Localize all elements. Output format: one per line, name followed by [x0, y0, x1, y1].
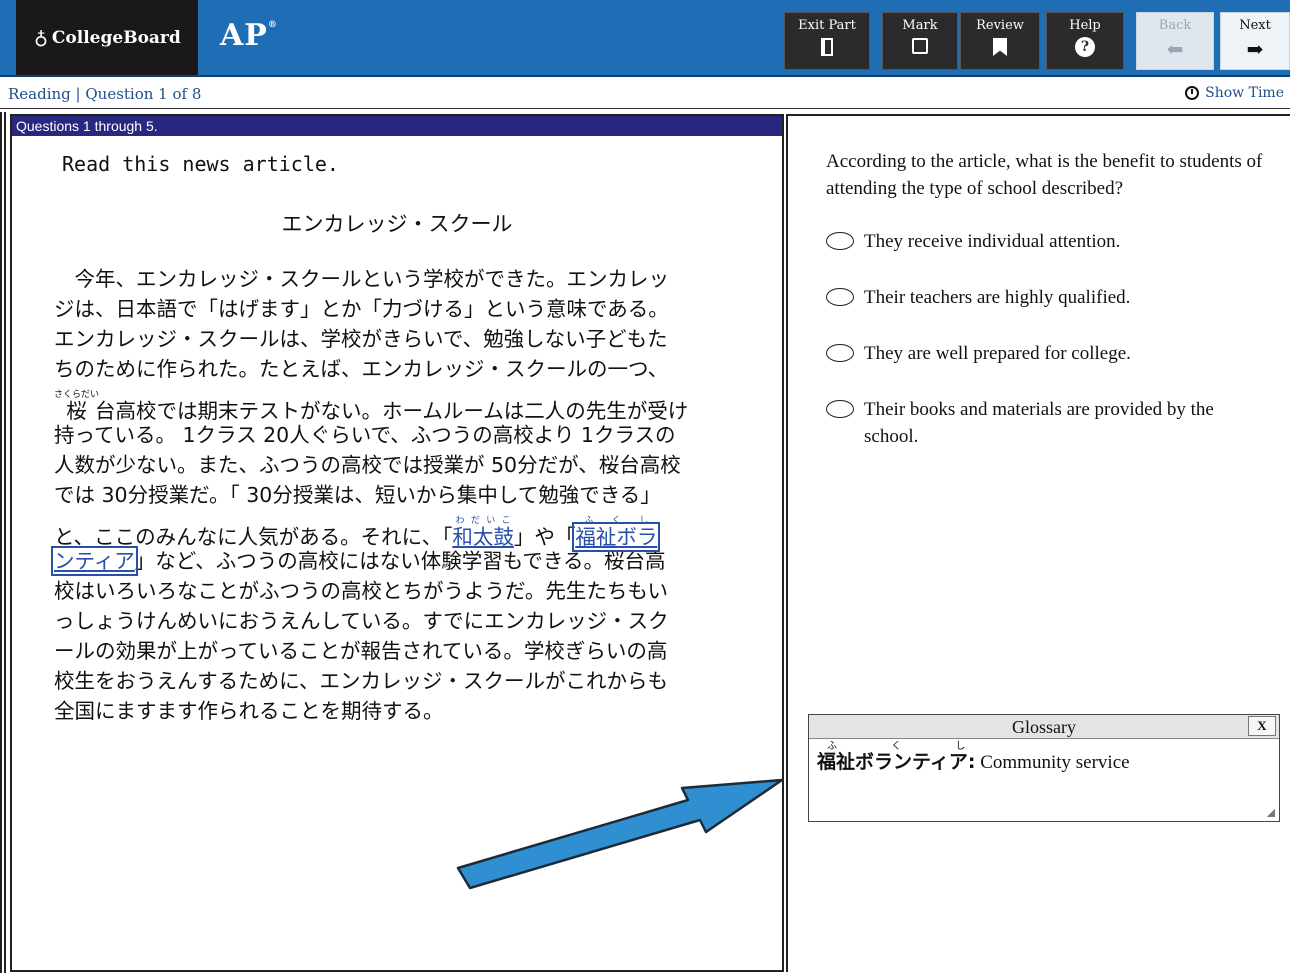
article-line: 桜さくらだい台高校では期末テストがない。ホームルームは二人の先生が受け	[54, 390, 764, 423]
article-line: 人数が少ない。また、ふつうの高校では授業が 50分だが、桜台高校	[54, 453, 681, 477]
article-line: 持っている。 1クラス 20人ぐらいで、ふつうの高校より 1クラスの	[54, 423, 676, 447]
glossary-term: 福祉ボランティア:	[817, 751, 976, 773]
ap-logo: AP®	[220, 18, 278, 53]
checkbox-icon	[912, 38, 928, 54]
back-label: Back	[1158, 18, 1192, 33]
question-prompt: According to the article, what is the be…	[826, 151, 1263, 199]
sakura-reading: さくらだい	[54, 390, 100, 400]
glossary-term-reading: ふくし	[817, 741, 976, 752]
help-button[interactable]: Help ?	[1046, 12, 1124, 70]
article-line-text: 」など、ふつうの高校にはない体験学習もできる。桜台高	[134, 549, 666, 573]
clock-icon	[1185, 86, 1200, 100]
bookmark-icon	[993, 38, 1007, 56]
glossary-link-fukushi-cont[interactable]: ンティア	[51, 546, 138, 576]
mark-label: Mark	[902, 18, 938, 33]
answer-option-label: They receive individual attention.	[864, 231, 1121, 252]
glossary-entry: 福祉ボランティア:ふくし Community service	[809, 739, 1279, 782]
article-line: エンカレッジ・スクールは、学校がきらいで、勉強しない子どもた	[54, 327, 668, 351]
article-line: 校生をおうえんするために、エンカレッジ・スクールがこれからも	[54, 669, 668, 693]
show-time-label: Show Time	[1205, 85, 1284, 101]
answer-option-d[interactable]: Their books and materials are provided b…	[826, 396, 1266, 450]
article-line: ンティア」など、ふつうの高校にはない体験学習もできる。桜台高	[51, 546, 764, 576]
article-line: と、ここのみんなに人気がある。それに、「和太鼓わだいこ」や「福祉ボラふくし	[54, 516, 764, 552]
arrow-right-icon: ➡	[1246, 37, 1264, 61]
answer-option-label: Their books and materials are provided b…	[864, 399, 1214, 447]
close-button[interactable]: X	[1248, 716, 1276, 736]
article-title: エンカレッジ・スクール	[281, 212, 513, 236]
glossary-term-ruby: 福祉ボランティア:ふくし	[817, 741, 976, 773]
next-button[interactable]: Next ➡	[1220, 12, 1290, 70]
brand-name: CollegeBoard	[51, 27, 181, 48]
article-line: っしょうけんめいにおうえんしている。すでにエンカレッジ・スク	[54, 609, 669, 633]
mark-button[interactable]: Mark	[882, 12, 958, 70]
article-line: ールの効果が上がっていることが報告されている。学校ぎらいの高	[54, 639, 668, 663]
question-panel: According to the article, what is the be…	[786, 114, 1290, 972]
left-border	[0, 112, 6, 973]
top-toolbar: ♁ CollegeBoard AP® Exit Part Mark Review…	[0, 0, 1290, 77]
article-line: ちのために作られた。たとえば、エンカレッジ・スクールの一つ、	[54, 357, 669, 381]
arrow-left-icon: ⬅	[1166, 37, 1184, 61]
acorn-icon: ♁	[34, 26, 48, 49]
ap-logo-text: AP	[220, 18, 268, 53]
wadaiko-reading: わだいこ	[452, 516, 514, 526]
article-text: 今年、エンカレッジ・スクールという学校ができた。エンカレッ ジは、日本語で「はげ…	[51, 264, 764, 726]
answer-option-label: They are well prepared for college.	[864, 343, 1131, 364]
radio-button[interactable]	[826, 232, 854, 250]
question-circle-icon: ?	[1075, 37, 1095, 57]
exit-part-button[interactable]: Exit Part	[784, 12, 870, 70]
fukushi-reading: ふくし	[575, 516, 658, 526]
answer-option-b[interactable]: Their teachers are highly qualified.	[826, 284, 1266, 311]
door-icon	[821, 38, 833, 56]
radio-button[interactable]	[826, 400, 854, 418]
answer-option-c[interactable]: They are well prepared for college.	[826, 340, 1266, 367]
article-line: 校はいろいろなことがふつうの高校とちがうようだ。先生たちもい	[54, 579, 668, 603]
back-button[interactable]: Back ⬅	[1136, 12, 1214, 70]
question-range-bar: Questions 1 through 5.	[12, 116, 782, 136]
help-label: Help	[1069, 18, 1101, 33]
article-line: では 30分授業だ。「 30分授業は、短いから集中して勉強できる」	[54, 483, 661, 507]
glossary-header[interactable]: Glossary X	[809, 715, 1279, 739]
collegeboard-logo: ♁ CollegeBoard	[16, 0, 198, 75]
radio-button[interactable]	[826, 288, 854, 306]
next-label: Next	[1239, 18, 1271, 33]
passage-instruction: Read this news article.	[62, 152, 339, 176]
status-bar: Reading | Question 1 of 8 Show Time	[0, 79, 1290, 109]
article-line: ジは、日本語で「はげます」とか「力づける」という意味である。	[54, 297, 669, 321]
article-line: 全国にますます作られることを期待する。	[54, 699, 444, 723]
answer-option-a[interactable]: They receive individual attention.	[826, 228, 1266, 255]
pointer-arrow-icon	[456, 778, 784, 890]
glossary-definition: Community service	[975, 752, 1130, 773]
exit-part-label: Exit Part	[798, 18, 856, 33]
glossary-title: Glossary	[1012, 717, 1076, 737]
glossary-popup: Glossary X 福祉ボランティア:ふくし Community servic…	[808, 714, 1280, 822]
show-time-toggle[interactable]: Show Time	[1185, 85, 1284, 101]
answer-option-label: Their teachers are highly qualified.	[864, 287, 1131, 308]
resize-grip-icon[interactable]	[1267, 809, 1275, 817]
radio-button[interactable]	[826, 344, 854, 362]
review-button[interactable]: Review	[960, 12, 1040, 70]
review-label: Review	[976, 18, 1024, 33]
breadcrumb: Reading | Question 1 of 8	[8, 85, 202, 103]
article-line: 今年、エンカレッジ・スクールという学校ができた。エンカレッ	[54, 267, 669, 291]
